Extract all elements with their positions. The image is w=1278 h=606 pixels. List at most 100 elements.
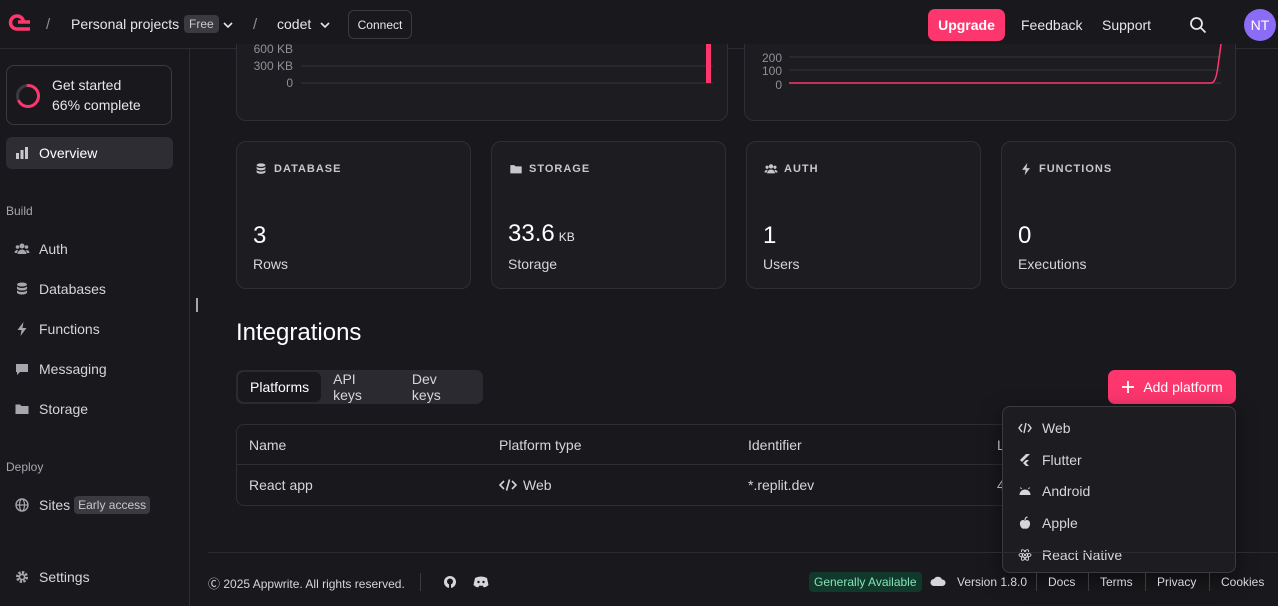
- bolt-icon: [1022, 162, 1030, 176]
- org-name[interactable]: Personal projects: [71, 16, 179, 32]
- version: Version 1.8.0: [957, 575, 1028, 589]
- sidebar-item-auth[interactable]: Auth: [6, 233, 173, 265]
- stat-value: 1: [763, 222, 777, 249]
- globe-icon: [15, 498, 29, 512]
- menu-item-apple[interactable]: Apple: [1018, 515, 1078, 531]
- users-icon: [14, 243, 30, 254]
- code-icon: [1018, 422, 1032, 434]
- database-icon: [256, 163, 266, 174]
- sidebar: Get started 66% complete Overview Build …: [0, 49, 190, 606]
- sidebar-item-sites[interactable]: Sites Early access: [6, 489, 173, 521]
- stat-card-functions[interactable]: FUNCTIONS 0 Executions: [1001, 141, 1236, 289]
- sidebar-item-label: Sites: [39, 497, 71, 513]
- copyright: Ⓒ 2025 Appwrite. All rights reserved.: [208, 577, 405, 591]
- copyright-icon: Ⓒ: [208, 577, 221, 591]
- code-icon: [499, 479, 517, 491]
- sidebar-item-settings[interactable]: Settings: [6, 561, 173, 593]
- discord-icon[interactable]: [473, 576, 489, 588]
- divider: [1145, 573, 1146, 591]
- tab-api-keys[interactable]: API keys: [321, 371, 400, 403]
- project-name[interactable]: codet: [277, 16, 311, 32]
- integrations-tabs: Platforms API keys Dev keys: [236, 370, 483, 404]
- column-header-identifier[interactable]: Identifier: [748, 437, 802, 453]
- get-started-title: Get started: [52, 77, 122, 93]
- appwrite-logo[interactable]: [6, 13, 32, 35]
- sidebar-item-label: Storage: [39, 401, 89, 417]
- connect-button[interactable]: Connect: [348, 10, 412, 39]
- bandwidth-bar: [706, 44, 711, 83]
- sidebar-resize-handle[interactable]: [196, 298, 198, 312]
- bolt-icon: [17, 322, 27, 336]
- add-platform-label: Add platform: [1143, 379, 1223, 395]
- platform-menu: Web Flutter Android Apple React Native: [1002, 406, 1236, 573]
- get-started-card[interactable]: Get started 66% complete: [6, 65, 172, 125]
- stat-label: Users: [763, 256, 800, 272]
- tick-label: 600 KB: [254, 44, 293, 56]
- footer: Ⓒ 2025 Appwrite. All rights reserved. Ge…: [208, 552, 1278, 606]
- menu-item-flutter[interactable]: Flutter: [1018, 452, 1082, 468]
- sidebar-item-overview[interactable]: Overview: [6, 137, 173, 169]
- breadcrumb-separator: /: [46, 16, 51, 33]
- tick-label: 300: [762, 44, 782, 46]
- requests-chart-card: 300 200 100 0: [744, 44, 1236, 121]
- cell-platform-type: Web: [499, 477, 552, 493]
- stat-header: STORAGE: [509, 162, 590, 176]
- footer-link-privacy[interactable]: Privacy: [1157, 575, 1196, 589]
- stat-label: Storage: [508, 256, 558, 272]
- early-access-badge: Early access: [74, 496, 151, 514]
- support-link[interactable]: Support: [1102, 17, 1151, 33]
- stat-header: AUTH: [764, 162, 819, 176]
- stat-title: FUNCTIONS: [1039, 163, 1113, 175]
- sidebar-item-functions[interactable]: Functions: [6, 313, 173, 345]
- database-icon: [17, 282, 27, 295]
- stat-label: Rows: [253, 256, 289, 272]
- sidebar-item-label: Databases: [39, 281, 106, 297]
- tab-platforms[interactable]: Platforms: [238, 372, 322, 402]
- avatar[interactable]: NT: [1244, 9, 1276, 41]
- sidebar-item-label: Overview: [39, 145, 98, 161]
- flutter-icon: [1020, 454, 1030, 466]
- sidebar-item-storage[interactable]: Storage: [6, 393, 173, 425]
- upgrade-button[interactable]: Upgrade: [928, 9, 1005, 41]
- stat-label: Executions: [1018, 256, 1087, 272]
- tick-label: 0: [775, 78, 782, 92]
- users-icon: [764, 164, 778, 174]
- tab-dev-keys[interactable]: Dev keys: [400, 371, 481, 403]
- cloud-icon: [930, 576, 946, 586]
- stat-card-storage[interactable]: STORAGE 33.6 KB Storage: [491, 141, 726, 289]
- sidebar-item-messaging[interactable]: Messaging: [6, 353, 173, 385]
- github-icon[interactable]: [443, 575, 457, 589]
- stat-card-database[interactable]: DATABASE 3 Rows: [236, 141, 471, 289]
- feedback-link[interactable]: Feedback: [1021, 17, 1082, 33]
- search-icon[interactable]: [1189, 16, 1207, 34]
- divider: [420, 573, 421, 591]
- footer-link-docs[interactable]: Docs: [1048, 575, 1075, 589]
- column-header-name[interactable]: Name: [249, 437, 286, 453]
- stat-header: FUNCTIONS: [1019, 162, 1112, 176]
- column-header-platform-type[interactable]: Platform type: [499, 437, 581, 453]
- divider: [1036, 573, 1037, 591]
- folder-icon: [15, 404, 29, 414]
- tick-label: 200: [762, 51, 782, 65]
- tick-label: 300 KB: [254, 59, 293, 73]
- menu-item-web[interactable]: Web: [1018, 420, 1071, 436]
- footer-link-terms[interactable]: Terms: [1100, 575, 1133, 589]
- folder-icon: [510, 165, 522, 174]
- bandwidth-chart-card: 600 KB 300 KB 0: [236, 44, 728, 121]
- stat-header: DATABASE: [254, 162, 341, 176]
- chevron-down-icon[interactable]: [223, 20, 233, 30]
- stat-value: 33.6 KB: [508, 220, 575, 247]
- cell-identifier: *.replit.dev: [748, 477, 815, 493]
- chevron-down-icon[interactable]: [320, 20, 330, 30]
- stat-card-auth[interactable]: AUTH 1 Users: [746, 141, 981, 289]
- tick-label: 0: [286, 76, 293, 90]
- bandwidth-chart: 600 KB 300 KB 0: [254, 44, 713, 90]
- add-platform-button[interactable]: Add platform: [1108, 370, 1236, 404]
- menu-item-android[interactable]: Android: [1018, 483, 1090, 499]
- sidebar-item-databases[interactable]: Databases: [6, 273, 173, 305]
- status-badge: Generally Available: [809, 572, 922, 592]
- requests-line: [789, 44, 1222, 84]
- footer-link-cookies[interactable]: Cookies: [1221, 575, 1264, 589]
- sidebar-item-label: Messaging: [39, 361, 107, 377]
- get-started-progress: 66% complete: [52, 97, 141, 113]
